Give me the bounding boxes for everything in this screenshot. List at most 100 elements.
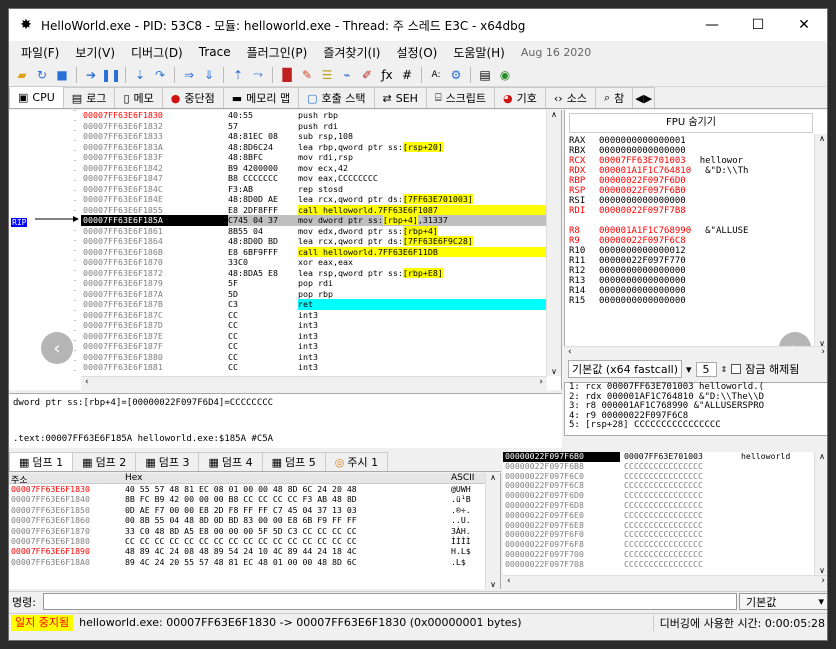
- disasm-row[interactable]: 00007FF63E6F1864 48:8D0D BD lea rcx,qword …: [81, 236, 547, 247]
- register-row[interactable]: RBP 00000022F097F6D0: [569, 176, 700, 186]
- hex-dump-pane[interactable]: 주소 Hex ASCII 00007FF63E6F1830 40 55 57 48…: [9, 473, 501, 589]
- tab-symbols[interactable]: ◕ 기호: [494, 87, 546, 108]
- dump-row[interactable]: 00007FF63E6F1850 0D AE F7 00 00 E8 2D F8 …: [9, 505, 500, 515]
- tab-watch-1[interactable]: ◎ 주시 1: [324, 452, 389, 471]
- disasm-row[interactable]: 00007FF63E6F1870 33C0 xor eax,eax: [81, 257, 547, 268]
- menu-file[interactable]: 파일(F): [13, 44, 67, 61]
- register-row[interactable]: RSP 00000022F097F6B0: [569, 186, 700, 196]
- step-over-icon[interactable]: ↷: [151, 66, 169, 84]
- disasm-row[interactable]: 00007FF63E6F1879 5F pop rdi: [81, 278, 547, 289]
- disasm-row[interactable]: 00007FF63E6F1833 48:81EC 08 sub rsp,108: [81, 131, 547, 142]
- tab-references[interactable]: ⌕ 참: [594, 87, 634, 108]
- run-icon[interactable]: ➔: [82, 66, 100, 84]
- close-icon[interactable]: ■: [53, 66, 71, 84]
- tab-call-stack[interactable]: ▢ 호출 스택: [298, 87, 375, 108]
- register-row[interactable]: R9 00000022F097F6C8: [569, 236, 700, 246]
- disasm-row[interactable]: 00007FF63E6F184E 48:8D0D AE lea rcx,qword …: [81, 194, 547, 205]
- calling-convention-select[interactable]: 기본값 (x64 fastcall): [568, 360, 683, 378]
- registers-pane[interactable]: FPU 숨기기 RAX 0000000000000001 RBX 0000000000…: [564, 110, 827, 348]
- stack-hscroll[interactable]: ‹ ›: [503, 575, 827, 589]
- tab-dump-5[interactable]: ▦ 덤프 5: [261, 452, 326, 471]
- hash-icon[interactable]: #: [398, 66, 416, 84]
- disassembly-hscroll[interactable]: ‹ ›: [81, 376, 547, 390]
- tab-breakpoints[interactable]: ● 중단점: [161, 87, 224, 108]
- dump-row[interactable]: 00007FF63E6F1870 33 C0 48 8D A5 E8 00 00 …: [9, 526, 500, 536]
- chevron-down-icon[interactable]: ▾: [686, 363, 692, 376]
- command-mode-select[interactable]: 기본값 ▾: [739, 593, 827, 610]
- menu-debug[interactable]: 디버그(D): [123, 44, 191, 61]
- register-row[interactable]: RDI 00000022F097F7B8: [569, 206, 700, 216]
- command-input[interactable]: [43, 593, 737, 610]
- font-icon[interactable]: A:: [427, 66, 445, 84]
- dump-vscroll[interactable]: ∧ ∨: [485, 473, 500, 589]
- register-row[interactable]: RCX 00007FF63E701003 hellowor: [569, 156, 743, 166]
- dump-row[interactable]: 00007FF63E6F1880 CC CC CC CC CC CC CC CC …: [9, 536, 500, 546]
- register-row[interactable]: R10 0000000000000012: [569, 246, 700, 256]
- disasm-row[interactable]: 00007FF63E6F187E CC int3: [81, 331, 547, 342]
- menu-trace[interactable]: Trace: [191, 45, 239, 59]
- dump-row[interactable]: 00007FF63E6F1840 8B FC B9 42 00 00 00 B8 …: [9, 494, 500, 504]
- registers-vscroll[interactable]: ∧ ∨: [814, 134, 827, 348]
- lock-checkbox[interactable]: [731, 364, 742, 374]
- tab-dump-3[interactable]: ▦ 덤프 3: [135, 452, 200, 471]
- stack-vscroll[interactable]: ∧ ∨: [814, 452, 827, 575]
- tab-seh[interactable]: ⇄ SEH: [373, 87, 427, 108]
- disassembly-pane[interactable]: RIP 00007FF63E6F1830 40:55 push rbp 00007FF…: [9, 110, 562, 390]
- disasm-row[interactable]: 00007FF63E6F1861 8B55 04 mov edx,dword ptr…: [81, 225, 547, 237]
- execute-till-return-icon[interactable]: ⇡: [229, 66, 247, 84]
- disasm-row[interactable]: 00007FF63E6F1832 57 push rdi: [81, 121, 547, 132]
- stack-pane[interactable]: 00000022F097F6B0 00007FF63E701003 hellowor…: [503, 451, 827, 589]
- disasm-row[interactable]: 00007FF63E6F187C CC int3: [81, 310, 547, 321]
- tab-script[interactable]: ⌸ 스크립트: [425, 87, 496, 108]
- register-row[interactable]: RDX 000001A1F1C764810 &"D:\\Th: [569, 166, 748, 176]
- dump-row[interactable]: 00007FF63E6F1890 48 89 4C 24 08 48 89 54 …: [9, 546, 500, 556]
- dump-row[interactable]: 00007FF63E6F1860 00 8B 55 04 48 8D 0D BD …: [9, 515, 500, 525]
- disasm-row[interactable]: 00007FF63E6F187D CC int3: [81, 320, 547, 331]
- comment-icon[interactable]: ☰: [318, 66, 336, 84]
- register-row[interactable]: R8 000001A1F1C768990 &"ALLUSE: [569, 226, 748, 236]
- settings-icon[interactable]: ⚙: [447, 66, 465, 84]
- label-icon[interactable]: ⌁: [338, 66, 356, 84]
- tab-log[interactable]: ▤ 로그: [62, 87, 116, 108]
- menu-view[interactable]: 보기(V): [67, 44, 123, 61]
- disasm-row[interactable]: 00007FF63E6F185A C745 04 37 mov dword ptr …: [81, 215, 547, 226]
- disasm-row[interactable]: 00007FF63E6F187B C3 ret: [81, 299, 547, 310]
- disasm-row[interactable]: 00007FF63E6F1872 48:8DA5 E8 lea rsp,qword …: [81, 267, 547, 279]
- pause-icon[interactable]: ❚❚: [101, 66, 121, 84]
- dump-row[interactable]: 00007FF63E6F18A0 89 4C 24 20 55 57 48 81 …: [9, 557, 500, 567]
- scylla-icon[interactable]: █: [278, 66, 296, 84]
- restart-icon[interactable]: ↻: [33, 66, 51, 84]
- step-into-icon[interactable]: ⇣: [131, 66, 149, 84]
- function-icon[interactable]: ƒx: [378, 66, 396, 84]
- disasm-row[interactable]: 00007FF63E6F1830 40:55 push rbp: [81, 110, 547, 121]
- register-row[interactable]: RAX 0000000000000001: [569, 136, 700, 146]
- disasm-row[interactable]: 00007FF63E6F1847 B8 CCCCCCC mov eax,CCCCCC…: [81, 173, 547, 184]
- tab-notes[interactable]: ▯ 메모: [114, 87, 163, 108]
- tab-source[interactable]: ‹› 소스: [544, 87, 596, 108]
- tab-dump-1[interactable]: ▦ 덤프 1: [9, 452, 74, 471]
- disasm-row[interactable]: 00007FF63E6F1855 E8 2DF8FFF call helloworl…: [81, 204, 547, 215]
- disasm-row[interactable]: 00007FF63E6F187A 5D pop rbp: [81, 289, 547, 300]
- disasm-row[interactable]: 00007FF63E6F1880 CC int3: [81, 352, 547, 363]
- trace-over-icon[interactable]: ⇓: [200, 66, 218, 84]
- open-icon[interactable]: ▰: [13, 66, 31, 84]
- disasm-row[interactable]: 00007FF63E6F186B E8 6BF9FFF call helloworl…: [81, 246, 547, 257]
- calculator-icon[interactable]: ▤: [476, 66, 494, 84]
- hide-fpu-button[interactable]: FPU 숨기기: [569, 113, 813, 133]
- tab-memory-map[interactable]: ▬ 메모리 맵: [222, 87, 300, 108]
- dump-row[interactable]: 00007FF63E6F1830 40 55 57 48 81 EC 08 01 …: [9, 484, 500, 494]
- tab-dump-2[interactable]: ▦ 덤프 2: [72, 452, 137, 471]
- menu-help[interactable]: 도움말(H): [445, 44, 513, 61]
- disassembly-vscroll[interactable]: ∧ ∨: [546, 110, 561, 376]
- minimize-button[interactable]: —: [689, 9, 735, 41]
- close-button[interactable]: ✕: [781, 9, 827, 41]
- tab-cpu[interactable]: ▣ CPU: [9, 86, 64, 108]
- menu-favourites[interactable]: 즐겨찾기(I): [315, 44, 388, 61]
- maximize-button[interactable]: ☐: [735, 9, 781, 41]
- bookmark-icon[interactable]: ✐: [358, 66, 376, 84]
- spin-icon[interactable]: ⇕: [721, 365, 728, 374]
- trace-into-icon[interactable]: ⇒: [180, 66, 198, 84]
- arg-count-field[interactable]: 5: [695, 361, 717, 377]
- register-row[interactable]: R14 0000000000000000: [569, 286, 700, 296]
- register-row[interactable]: RBX 0000000000000000: [569, 146, 700, 156]
